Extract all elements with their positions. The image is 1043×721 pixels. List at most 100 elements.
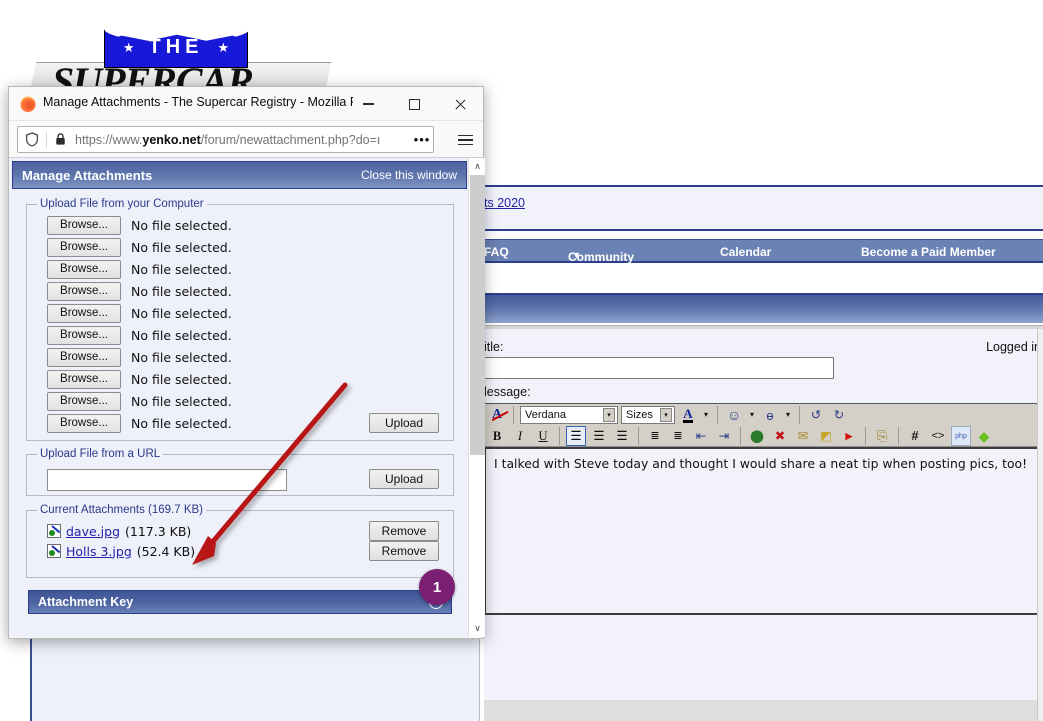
- toolbar-separator: [799, 406, 800, 424]
- editor-toolbar-row-2: B I U ☰ ☰ ☰ ≣ ≣ ⇤ ⇥ ⬤ ✖ ✉ ◩ ▶ ⎘ # <> php…: [487, 425, 994, 447]
- url-text: https://www.yenko.net/forum/newattachmen…: [73, 133, 411, 147]
- browse-button[interactable]: Browse...: [47, 347, 121, 367]
- attachment-row: dave.jpg (117.3 KB): [47, 522, 191, 540]
- nav-item-faq[interactable]: FAQ: [484, 245, 509, 259]
- italic-icon[interactable]: I: [510, 426, 530, 446]
- scrollbar-track[interactable]: [469, 175, 485, 620]
- browse-button[interactable]: Browse...: [47, 281, 121, 301]
- close-icon: [454, 98, 467, 111]
- browse-button[interactable]: Browse...: [47, 259, 121, 279]
- file-upload-row: Browse... No file selected.: [47, 368, 232, 390]
- logo-star-left: ★: [122, 39, 135, 55]
- insert-link-icon[interactable]: ⬤: [747, 426, 767, 446]
- underline-icon[interactable]: U: [533, 426, 553, 446]
- upload-url-button[interactable]: Upload: [369, 469, 439, 489]
- attachment-size: (117.3 KB): [125, 523, 192, 539]
- browse-button[interactable]: Browse...: [47, 369, 121, 389]
- window-title: Manage Attachments - The Supercar Regist…: [43, 95, 353, 109]
- attachment-link[interactable]: Holls 3.jpg: [66, 544, 132, 559]
- attachment-icon[interactable]: ɵ: [760, 405, 780, 425]
- align-center-icon[interactable]: ☰: [589, 426, 609, 446]
- insert-image-icon[interactable]: ◩: [816, 426, 836, 446]
- file-upload-row: Browse... No file selected.: [47, 324, 232, 346]
- insert-highlight-icon[interactable]: ◆: [974, 426, 994, 446]
- title-input[interactable]: [474, 357, 834, 379]
- image-file-icon: [47, 524, 61, 538]
- browse-button[interactable]: Browse...: [47, 237, 121, 257]
- padlock-icon[interactable]: [47, 133, 73, 146]
- undo-icon[interactable]: ↺: [806, 405, 826, 425]
- attachment-link[interactable]: dave.jpg: [66, 524, 120, 539]
- window-close-button[interactable]: [437, 87, 483, 121]
- address-bar[interactable]: https://www.yenko.net/forum/newattachmen…: [17, 126, 434, 153]
- firefox-titlebar[interactable]: Manage Attachments - The Supercar Regist…: [9, 87, 483, 121]
- font-size-select[interactable]: Sizes ▾: [621, 406, 675, 424]
- align-left-icon[interactable]: ☰: [566, 426, 586, 446]
- attachment-key-header[interactable]: Attachment Key ⌃: [28, 590, 452, 614]
- insert-hash-icon[interactable]: #: [905, 426, 925, 446]
- breadcrumb-link[interactable]: ts 2020: [484, 196, 525, 210]
- font-family-select[interactable]: Verdana ▾: [520, 406, 618, 424]
- attachment-size: (52.4 KB): [136, 543, 196, 559]
- page-actions-icon[interactable]: •••: [411, 132, 433, 147]
- breadcrumb-row: [484, 187, 1043, 231]
- window-maximize-button[interactable]: [391, 87, 437, 121]
- attachment-row: Holls 3.jpg (52.4 KB): [47, 542, 195, 560]
- url-input[interactable]: [47, 469, 287, 491]
- unordered-list-icon[interactable]: ≣: [668, 426, 688, 446]
- smilie-dropdown-icon[interactable]: ▾: [747, 405, 757, 425]
- toolbar-separator: [559, 427, 560, 445]
- browse-button[interactable]: Browse...: [47, 413, 121, 433]
- file-upload-row: Browse... No file selected.: [47, 236, 232, 258]
- current-attachments-legend: Current Attachments (169.7 KB): [40, 504, 203, 516]
- smilie-icon[interactable]: ☺: [724, 405, 744, 425]
- browse-button[interactable]: Browse...: [47, 303, 121, 323]
- insert-email-icon[interactable]: ✉: [793, 426, 813, 446]
- redo-icon[interactable]: ↻: [829, 405, 849, 425]
- logo-the-text: THE: [148, 35, 204, 58]
- file-upload-row: Browse... No file selected.: [47, 258, 232, 280]
- site-logo: ★ THE ★ SUPERCAR: [27, 4, 362, 106]
- wrap-quote-icon[interactable]: ⎘: [872, 426, 892, 446]
- popup-scrollbar[interactable]: ∧ ∨: [468, 158, 485, 637]
- browse-button[interactable]: Browse...: [47, 215, 121, 235]
- font-size-value: Sizes: [626, 409, 653, 421]
- shield-icon[interactable]: [18, 132, 46, 147]
- insert-php-icon[interactable]: php: [951, 426, 971, 446]
- selected-file-label: No file selected.: [131, 305, 232, 321]
- browse-button[interactable]: Browse...: [47, 391, 121, 411]
- file-upload-row: Browse... No file selected.: [47, 412, 232, 434]
- upload-local-button[interactable]: Upload: [369, 413, 439, 433]
- scroll-up-arrow-icon[interactable]: ∧: [469, 158, 485, 175]
- scrollbar-thumb[interactable]: [470, 175, 485, 455]
- align-right-icon[interactable]: ☰: [612, 426, 632, 446]
- font-color-icon[interactable]: A: [678, 405, 698, 425]
- insert-code-icon[interactable]: <>: [928, 426, 948, 446]
- nav-item-become-paid-member[interactable]: Become a Paid Member: [861, 245, 996, 259]
- url-domain: yenko.net: [142, 132, 201, 147]
- nav-item-calendar[interactable]: Calendar: [720, 245, 771, 259]
- maximize-icon: [408, 98, 420, 110]
- insert-video-icon[interactable]: ▶: [839, 426, 859, 446]
- outdent-icon[interactable]: ⇤: [691, 426, 711, 446]
- toolbar-separator: [638, 427, 639, 445]
- remove-link-icon[interactable]: ✖: [770, 426, 790, 446]
- attachment-dropdown-icon[interactable]: ▾: [783, 405, 793, 425]
- firefox-navbar: https://www.yenko.net/forum/newattachmen…: [9, 121, 483, 158]
- window-minimize-button[interactable]: [345, 87, 391, 121]
- bold-icon[interactable]: B: [487, 426, 507, 446]
- logged-in-status: Logged in: [986, 340, 1041, 354]
- indent-icon[interactable]: ⇥: [714, 426, 734, 446]
- message-textarea[interactable]: I talked with Steve today and thought I …: [484, 447, 1042, 615]
- page-right-scrollbar[interactable]: [1037, 329, 1043, 721]
- hamburger-menu-icon[interactable]: [453, 129, 477, 151]
- font-color-dropdown-icon[interactable]: ▾: [701, 405, 711, 425]
- ordered-list-icon[interactable]: ≣: [645, 426, 665, 446]
- remove-formatting-icon[interactable]: A: [487, 405, 507, 425]
- remove-attachment-button[interactable]: Remove: [369, 541, 439, 561]
- remove-attachment-button[interactable]: Remove: [369, 521, 439, 541]
- browse-button[interactable]: Browse...: [47, 325, 121, 345]
- attachment-key-title: Attachment Key: [38, 595, 134, 609]
- scroll-down-arrow-icon[interactable]: ∨: [469, 620, 485, 637]
- close-this-window-link[interactable]: Close this window: [361, 168, 457, 182]
